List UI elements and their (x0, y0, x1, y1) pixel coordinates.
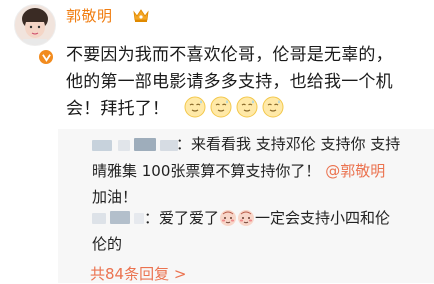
view-all-replies-link[interactable]: 共84条回复 > (90, 263, 186, 284)
sweat-smile-face-icon (262, 96, 284, 118)
reply-text: 伦的 (92, 235, 123, 253)
sweat-smile-face-icon (236, 96, 258, 118)
blurred-username (134, 138, 156, 151)
sweat-smile-face-icon (184, 96, 206, 118)
blurred-username (92, 213, 106, 224)
blurred-username (118, 140, 130, 151)
reply-text: ：来看看我 支持邓伦 支持你 支持 (176, 135, 401, 153)
reply-text: 加油！ (92, 188, 138, 206)
weibo-post: 郭敬明 不要因为我而不喜欢伦哥，伦哥是无辜的， 他的第一部电影请多多支持，也给我… (0, 0, 434, 283)
sweat-smile-face-icon (210, 96, 232, 118)
shy-face-icon (220, 210, 237, 226)
reply-text: 晴雅集 100张票算不算支持你了！ @郭敬明 (92, 160, 385, 182)
blurred-username (110, 211, 130, 224)
reply-text-part: 晴雅集 100张票算不算支持你了！ (92, 162, 321, 180)
reply-text: ：爱了爱了 一定会支持小四和伦 (144, 207, 390, 229)
blurred-username (134, 213, 144, 224)
reply-text-part: 一定会支持小四和伦 (255, 209, 391, 227)
mention-link[interactable]: @郭敬明 (325, 162, 385, 180)
user-avatar[interactable] (14, 4, 56, 46)
username[interactable]: 郭敬明 (66, 5, 113, 26)
emoji-row (184, 96, 284, 118)
blurred-username (92, 140, 112, 151)
crown-badge-icon (133, 9, 149, 22)
verified-badge-icon (38, 49, 54, 65)
shy-face-icon (238, 210, 255, 226)
reply-text-part: ：爱了爱了 (144, 209, 220, 227)
